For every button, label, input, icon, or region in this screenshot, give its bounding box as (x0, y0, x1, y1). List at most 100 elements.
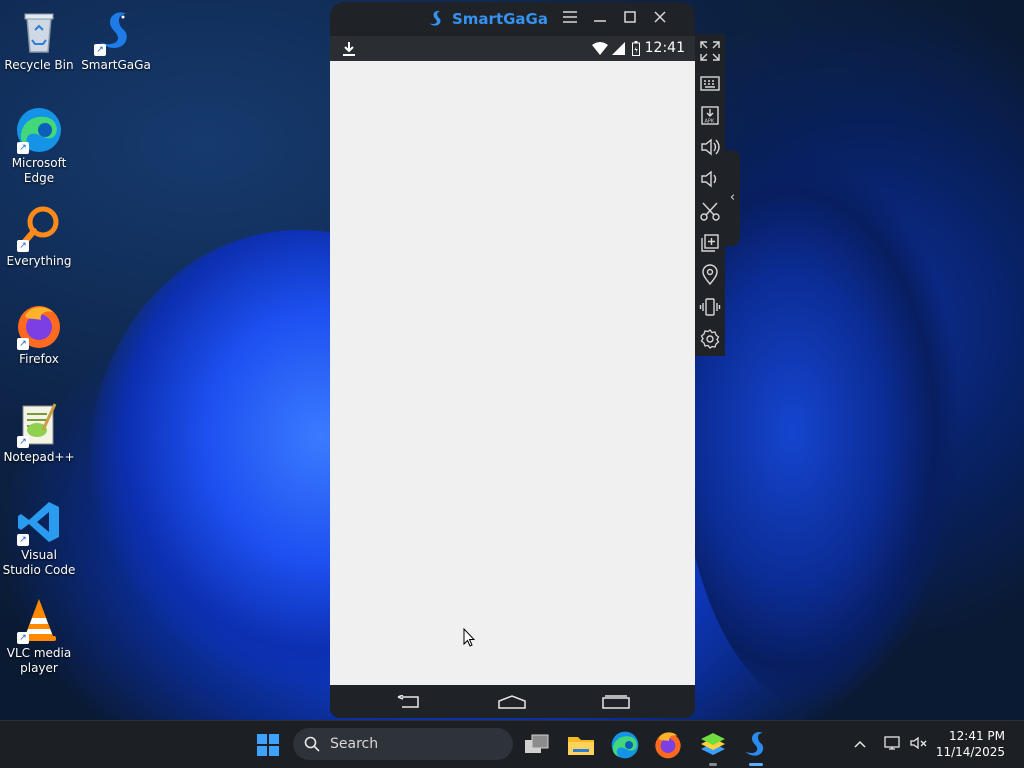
location-button[interactable] (699, 264, 721, 286)
taskbar-bluestacks[interactable] (697, 729, 729, 766)
desktop-icon-label: SmartGaGa (81, 58, 151, 72)
shake-button[interactable] (699, 296, 721, 318)
desktop-icon-vscode[interactable]: ↗ Visual Studio Code (1, 498, 77, 578)
edge-icon (611, 731, 639, 759)
download-icon (343, 42, 355, 56)
windows-start-icon (257, 734, 279, 756)
task-view-button[interactable] (521, 729, 553, 761)
close-button[interactable] (649, 8, 671, 30)
shortcut-arrow-icon: ↗ (17, 534, 29, 546)
desktop-icon-label: Recycle Bin (4, 58, 74, 72)
smartgaga-icon (745, 731, 764, 756)
network-icon (884, 736, 900, 750)
apk-install-icon: APK (701, 106, 719, 125)
screenshot-scissors-icon (700, 202, 720, 221)
window-titlebar[interactable]: SmartGaGa (330, 2, 695, 36)
clock-date: 11/14/2025 (935, 745, 1005, 759)
volume-down-button[interactable] (699, 168, 721, 190)
home-button[interactable] (498, 695, 526, 709)
mouse-cursor-icon (463, 628, 475, 647)
notepadpp-icon: ↗ (15, 400, 63, 448)
smartgaga-logo-icon (426, 9, 446, 29)
desktop-icon-label: Firefox (19, 352, 59, 366)
running-indicator (709, 763, 717, 766)
task-view-icon (525, 734, 549, 753)
settings-button[interactable] (699, 328, 721, 350)
taskbar-search-box[interactable]: Search (293, 728, 513, 760)
shortcut-arrow-icon: ↗ (17, 240, 29, 252)
desktop-icon-edge[interactable]: ↗ Microsoft Edge (1, 106, 77, 186)
android-nav-bar (330, 685, 695, 718)
start-button[interactable] (252, 729, 284, 761)
firefox-icon: ↗ (15, 302, 63, 350)
desktop-icon-notepadpp[interactable]: ↗ Notepad++ (1, 400, 77, 465)
desktop-icon-label: Everything (6, 254, 72, 268)
shortcut-arrow-icon: ↗ (17, 338, 29, 350)
android-status-bar: 12:41 (330, 36, 695, 61)
volume-up-button[interactable] (699, 136, 721, 158)
show-hidden-icons-button[interactable] (853, 736, 867, 755)
taskbar-file-explorer[interactable] (565, 729, 597, 761)
vscode-icon: ↗ (15, 498, 63, 546)
windows-taskbar: Search 12:41 PM 11/14/2025 (0, 720, 1024, 768)
desktop-icon-label: Microsoft Edge (11, 156, 67, 185)
settings-icon (700, 329, 720, 349)
volume-down-icon (701, 170, 717, 188)
apk-install-button[interactable]: APK (699, 104, 721, 126)
desktop-icon-vlc[interactable]: ↗ VLC media player (1, 596, 77, 676)
taskbar-smartgaga[interactable] (740, 729, 772, 766)
desktop-icon-label: Visual Studio Code (2, 548, 76, 577)
shortcut-arrow-icon: ↗ (17, 632, 29, 644)
everything-search-icon: ↗ (15, 204, 63, 252)
android-screen[interactable] (330, 61, 695, 685)
multi-instance-button[interactable] (699, 232, 721, 254)
volume-status[interactable] (910, 735, 928, 755)
shortcut-arrow-icon: ↗ (17, 142, 29, 154)
hamburger-icon (563, 11, 577, 23)
taskbar-clock[interactable]: 12:41 PM 11/14/2025 (936, 728, 1005, 760)
search-icon (304, 736, 320, 752)
status-clock: 12:41 (644, 40, 685, 56)
location-icon (702, 264, 718, 286)
maximize-icon (624, 11, 636, 23)
smartgaga-icon: ↗ (92, 8, 140, 56)
fullscreen-button[interactable] (699, 40, 721, 62)
window-title: SmartGaGa (452, 10, 548, 28)
recents-button[interactable] (602, 695, 630, 709)
svg-text:APK: APK (705, 119, 715, 125)
smartgaga-window: SmartGaGa 12:41 (330, 2, 695, 718)
close-icon (654, 11, 666, 23)
chevron-up-icon (854, 740, 866, 748)
network-status[interactable] (884, 735, 902, 755)
desktop-icon-label: VLC media player (6, 646, 72, 675)
file-explorer-icon (568, 737, 594, 755)
desktop-icon-smartgaga[interactable]: ↗ SmartGaGa (78, 8, 154, 73)
minimize-button[interactable] (589, 8, 611, 30)
taskbar-firefox[interactable] (652, 729, 684, 761)
keyboard-button[interactable] (699, 72, 721, 94)
battery-icon (632, 41, 640, 56)
clock-time: 12:41 PM (949, 729, 1005, 743)
fullscreen-icon (700, 41, 720, 61)
search-placeholder: Search (330, 736, 379, 752)
toolbar-collapse-button[interactable]: ‹ (725, 150, 740, 246)
vlc-icon: ↗ (15, 596, 63, 644)
menu-button[interactable] (559, 8, 581, 30)
minimize-icon (594, 20, 606, 22)
maximize-button[interactable] (619, 8, 641, 30)
taskbar-edge[interactable] (609, 729, 641, 761)
volume-up-icon (701, 138, 720, 156)
active-window-indicator (749, 763, 763, 766)
desktop-icon-recycle-bin[interactable]: Recycle Bin (1, 8, 77, 73)
back-button[interactable] (396, 695, 422, 709)
shortcut-arrow-icon: ↗ (94, 44, 106, 56)
keyboard-icon (700, 76, 720, 91)
desktop-icon-firefox[interactable]: ↗ Firefox (1, 302, 77, 367)
desktop-icon-everything[interactable]: ↗ Everything (1, 204, 77, 269)
screenshot-button[interactable] (699, 200, 721, 222)
wifi-icon (592, 42, 608, 55)
multi-instance-icon (701, 234, 719, 252)
signal-icon (612, 42, 625, 55)
shortcut-arrow-icon: ↗ (17, 436, 29, 448)
recycle-bin-icon (15, 8, 63, 56)
